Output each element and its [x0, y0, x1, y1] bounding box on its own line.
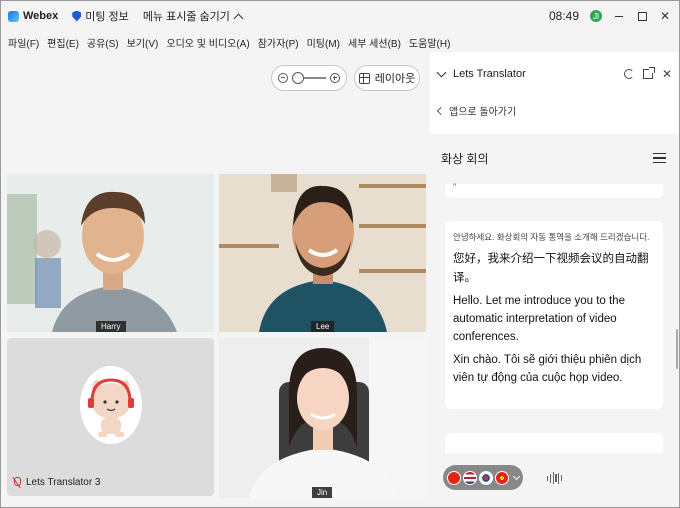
participant-name-tag: Jin: [312, 487, 333, 498]
chevron-up-icon: [233, 13, 244, 23]
hide-menu-bar-button[interactable]: 메뉴 표시줄 숨기기: [142, 8, 244, 24]
clock: 08:49: [548, 9, 579, 23]
menu-help[interactable]: 도움말(H): [409, 35, 450, 50]
participant-video-lee: [219, 174, 426, 332]
panel-title-row: Lets Translator ✕: [436, 66, 672, 82]
chevron-down-icon: [512, 472, 521, 480]
app-brand: Webex: [8, 10, 58, 22]
layout-label: 레이아웃: [374, 73, 416, 85]
section-title: 화상 회의: [441, 151, 489, 166]
app-name: Webex: [23, 10, 59, 22]
shield-icon: [72, 10, 82, 22]
video-tile-harry[interactable]: Harry: [7, 174, 214, 332]
participant-name-tag: Harry: [96, 321, 126, 332]
menu-audio-video[interactable]: 오디오 및 비디오(A): [166, 35, 249, 50]
zoom-control: [271, 65, 347, 91]
back-to-apps-link[interactable]: 앱으로 돌아가기: [436, 103, 517, 118]
audio-waveform-icon[interactable]: [547, 472, 563, 484]
previous-message-card: ": [445, 182, 663, 198]
user-avatar[interactable]: Jl: [590, 10, 602, 22]
panel-header: Lets Translator ✕ 앱으로 돌아가기: [430, 52, 679, 134]
panel-actions: ✕: [623, 67, 672, 80]
menu-edit[interactable]: 편집(E): [47, 35, 79, 50]
translator-bot-avatar: [80, 366, 142, 444]
zoom-slider-handle[interactable]: [292, 72, 304, 84]
bot-mascot-icon: [88, 378, 134, 437]
chinese-translation: 您好，我来介绍一下视频会议的自动翻译。: [453, 253, 649, 284]
title-bar-right: 08:49 Jl ✕: [549, 1, 671, 31]
chevron-left-icon: [436, 106, 446, 115]
meeting-info-label: 미팅 정보: [85, 11, 129, 23]
vietnamese-translation: Xin chào. Tôi sẽ giới thiệu phiên dịch v…: [453, 354, 642, 384]
participant-video-harry: [7, 174, 214, 332]
meeting-info-button[interactable]: 미팅 정보: [72, 8, 129, 24]
menu-meeting[interactable]: 미팅(M): [307, 35, 340, 50]
us-flag-icon: [463, 470, 477, 485]
video-tile-jin[interactable]: Jin: [219, 338, 426, 498]
video-tile-lets-translator[interactable]: Lets Translator 3: [7, 338, 214, 496]
refresh-icon[interactable]: [623, 69, 634, 79]
webex-window: Webex 미팅 정보 메뉴 표시줄 숨기기 08:49 Jl ✕ 파일(F) …: [0, 0, 680, 508]
maximize-icon[interactable]: [636, 10, 648, 22]
participant-name: Lets Translator 3: [26, 477, 101, 488]
zoom-slider[interactable]: [292, 72, 326, 84]
korean-source-text: 안녕하세요. 화상회의 자동 통역을 소개해 드리겠습니다.: [453, 232, 650, 242]
close-window-icon[interactable]: ✕: [659, 10, 671, 22]
previous-message-text: ": [453, 182, 457, 192]
close-panel-icon[interactable]: ✕: [662, 68, 672, 80]
menu-share[interactable]: 공유(S): [87, 35, 119, 50]
china-flag-icon: [447, 470, 461, 485]
grid-layout-icon: [358, 72, 370, 84]
menu-bar: 파일(F) 편집(E) 공유(S) 보기(V) 오디오 및 비디오(A) 참가자…: [1, 33, 458, 51]
english-translation: Hello. Let me introduce you to the autom…: [453, 295, 625, 343]
chevron-down-icon[interactable]: [436, 67, 447, 77]
menu-participants[interactable]: 참가자(P): [258, 35, 299, 50]
zoom-in-icon[interactable]: [330, 73, 340, 83]
section-header: 화상 회의: [430, 136, 679, 180]
next-message-card: [445, 433, 663, 453]
hamburger-menu-icon[interactable]: [653, 153, 666, 163]
layout-button[interactable]: 레이아웃: [354, 65, 420, 91]
participant-label: Lets Translator 3: [12, 477, 100, 488]
vietnam-flag-icon: [495, 470, 509, 485]
hide-menu-label: 메뉴 표시줄 숨기기: [142, 11, 230, 23]
panel-scrollbar[interactable]: [676, 329, 678, 369]
minimize-icon[interactable]: [613, 10, 625, 22]
korea-flag-icon: [479, 470, 493, 485]
participant-video-jin: [219, 338, 426, 498]
translation-message-card: 안녕하세요. 화상회의 자동 통역을 소개해 드리겠습니다. 您好，我来介绍一下…: [445, 221, 663, 409]
video-tile-lee[interactable]: Lee: [219, 174, 426, 332]
language-selector[interactable]: [443, 465, 523, 490]
back-to-apps-label: 앱으로 돌아가기: [449, 107, 517, 118]
menu-file[interactable]: 파일(F): [8, 35, 39, 50]
zoom-out-icon[interactable]: [278, 73, 288, 83]
panel-title: Lets Translator: [453, 68, 526, 80]
menu-breakout[interactable]: 세부 세션(B): [348, 35, 401, 50]
webex-logo-icon: [8, 10, 19, 22]
lets-translator-panel: Lets Translator ✕ 앱으로 돌아가기 화상 회의 " 안녕하세요…: [430, 52, 679, 507]
menu-view[interactable]: 보기(V): [127, 35, 159, 50]
participant-name-tag: Lee: [311, 321, 335, 332]
title-bar: Webex 미팅 정보 메뉴 표시줄 숨기기 08:49 Jl ✕: [1, 1, 679, 31]
pop-out-icon[interactable]: [642, 67, 655, 79]
microphone-muted-icon: [12, 477, 21, 488]
